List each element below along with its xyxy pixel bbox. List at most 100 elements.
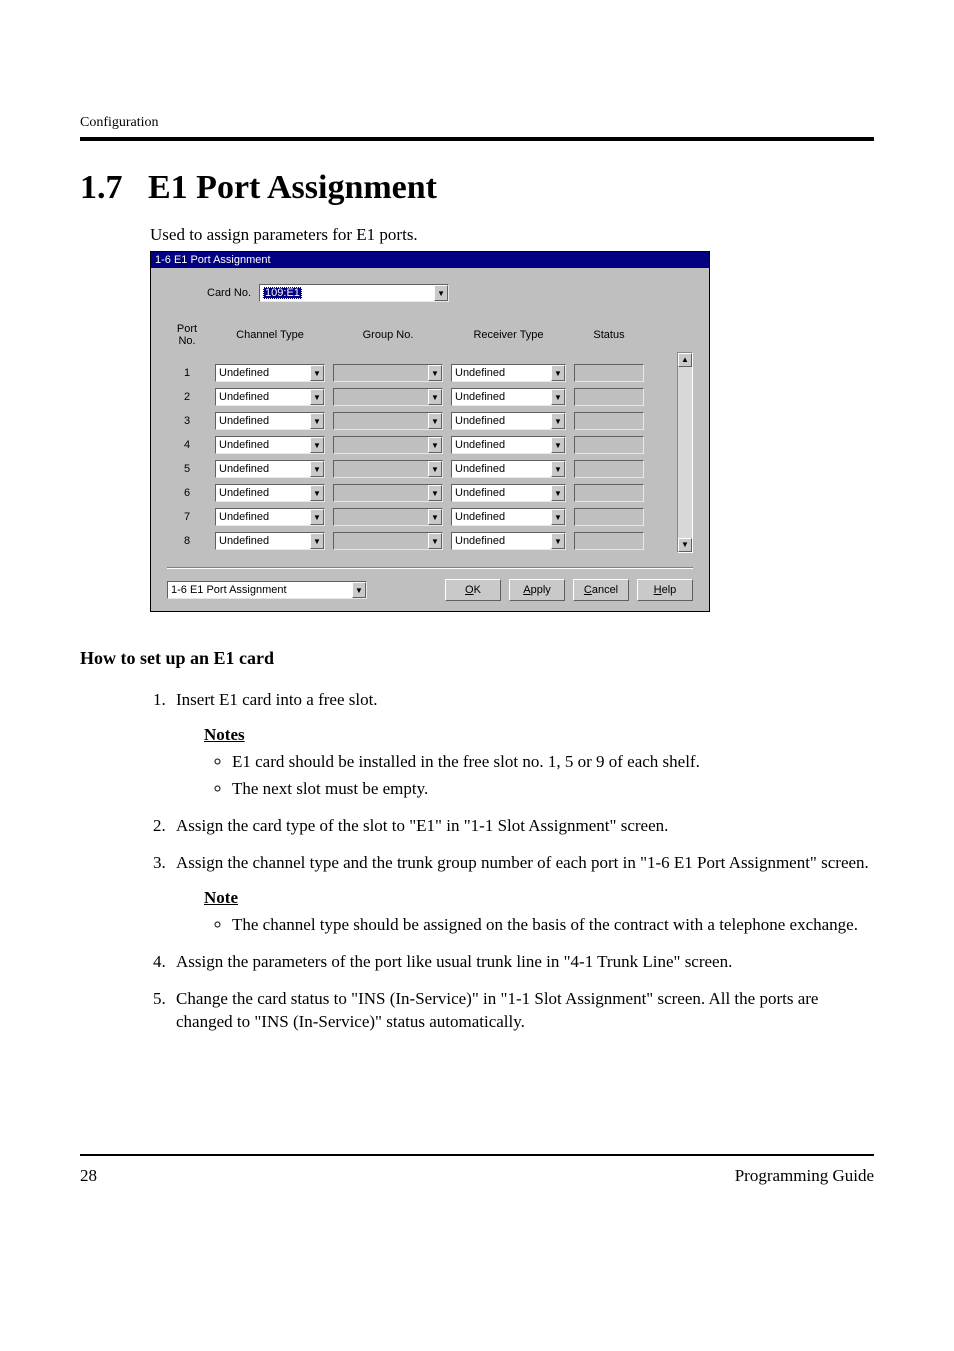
chevron-down-icon[interactable]: ▼: [551, 413, 565, 429]
chevron-down-icon[interactable]: ▼: [551, 533, 565, 549]
status-field: [574, 364, 644, 382]
chevron-down-icon[interactable]: ▼: [428, 389, 442, 405]
channel-type-select[interactable]: Undefined▼: [215, 436, 325, 454]
status-field: [574, 508, 644, 526]
screen-nav-select[interactable]: 1-6 E1 Port Assignment ▼: [167, 581, 367, 599]
chevron-down-icon[interactable]: ▼: [551, 461, 565, 477]
table-row: 4 Undefined▼ ▼ Undefined▼: [167, 433, 673, 457]
hdr-receiver: Receiver Type: [451, 329, 566, 341]
status-field: [574, 412, 644, 430]
cancel-button[interactable]: Cancel: [573, 579, 629, 601]
list-item: Assign the card type of the slot to "E1"…: [170, 815, 874, 838]
chevron-down-icon[interactable]: ▼: [551, 509, 565, 525]
chevron-down-icon[interactable]: ▼: [310, 533, 324, 549]
chevron-down-icon[interactable]: ▼: [428, 413, 442, 429]
heading-text: E1 Port Assignment: [148, 169, 437, 206]
chevron-down-icon[interactable]: ▼: [428, 533, 442, 549]
table-row: 6 Undefined▼ ▼ Undefined▼: [167, 481, 673, 505]
port-no: 1: [167, 367, 207, 379]
chevron-down-icon[interactable]: ▼: [310, 437, 324, 453]
group-no-select[interactable]: ▼: [333, 460, 443, 478]
group-no-select[interactable]: ▼: [333, 532, 443, 550]
list-item: Insert E1 card into a free slot. Notes E…: [170, 689, 874, 801]
group-no-select[interactable]: ▼: [333, 412, 443, 430]
table-row: 2 Undefined▼ ▼ Undefined▼: [167, 385, 673, 409]
chevron-down-icon[interactable]: ▼: [428, 509, 442, 525]
group-no-select[interactable]: ▼: [333, 436, 443, 454]
window-titlebar: 1-6 E1 Port Assignment: [151, 252, 709, 268]
chevron-down-icon[interactable]: ▼: [428, 365, 442, 381]
vertical-scrollbar[interactable]: ▲ ▼: [677, 352, 693, 553]
status-field: [574, 484, 644, 502]
heading-number: 1.7: [80, 169, 123, 206]
list-item: E1 card should be installed in the free …: [232, 751, 874, 774]
howto-heading: How to set up an E1 card: [80, 648, 874, 669]
page-title: 1.7 E1 Port Assignment: [80, 169, 874, 207]
chevron-down-icon[interactable]: ▼: [428, 461, 442, 477]
table-header-row: PortNo. Channel Type Group No. Receiver …: [167, 320, 673, 361]
ok-button[interactable]: OK: [445, 579, 501, 601]
receiver-type-select[interactable]: Undefined▼: [451, 436, 566, 454]
chevron-down-icon[interactable]: ▼: [551, 365, 565, 381]
port-assignment-window: 1-6 E1 Port Assignment Card No. 109:E1 ▼…: [150, 251, 710, 612]
page-footer: 28 Programming Guide: [80, 1154, 874, 1186]
chevron-down-icon[interactable]: ▼: [352, 582, 366, 598]
chevron-down-icon[interactable]: ▼: [428, 485, 442, 501]
receiver-type-select[interactable]: Undefined▼: [451, 364, 566, 382]
receiver-type-select[interactable]: Undefined▼: [451, 508, 566, 526]
hdr-status: Status: [574, 329, 644, 341]
channel-type-select[interactable]: Undefined▼: [215, 364, 325, 382]
chevron-down-icon[interactable]: ▼: [434, 285, 448, 301]
port-no: 7: [167, 511, 207, 523]
receiver-type-select[interactable]: Undefined▼: [451, 484, 566, 502]
channel-type-select[interactable]: Undefined▼: [215, 484, 325, 502]
apply-button[interactable]: Apply: [509, 579, 565, 601]
running-head: Configuration: [80, 0, 874, 141]
help-button[interactable]: Help: [637, 579, 693, 601]
scroll-track[interactable]: [678, 367, 692, 538]
chevron-down-icon[interactable]: ▼: [310, 461, 324, 477]
receiver-type-select[interactable]: Undefined▼: [451, 460, 566, 478]
port-no: 5: [167, 463, 207, 475]
chevron-down-icon[interactable]: ▼: [310, 509, 324, 525]
status-field: [574, 532, 644, 550]
list-item: Assign the parameters of the port like u…: [170, 951, 874, 974]
scroll-down-icon[interactable]: ▼: [678, 538, 692, 552]
chevron-down-icon[interactable]: ▼: [310, 365, 324, 381]
port-no: 3: [167, 415, 207, 427]
group-no-select[interactable]: ▼: [333, 484, 443, 502]
notes-heading: Notes: [204, 724, 874, 747]
channel-type-select[interactable]: Undefined▼: [215, 508, 325, 526]
channel-type-select[interactable]: Undefined▼: [215, 532, 325, 550]
status-field: [574, 460, 644, 478]
scroll-up-icon[interactable]: ▲: [678, 353, 692, 367]
chevron-down-icon[interactable]: ▼: [310, 413, 324, 429]
card-no-select[interactable]: 109:E1 ▼: [259, 284, 449, 302]
chevron-down-icon[interactable]: ▼: [551, 437, 565, 453]
channel-type-select[interactable]: Undefined▼: [215, 412, 325, 430]
page-number: 28: [80, 1166, 97, 1186]
receiver-type-select[interactable]: Undefined▼: [451, 412, 566, 430]
group-no-select[interactable]: ▼: [333, 388, 443, 406]
chevron-down-icon[interactable]: ▼: [428, 437, 442, 453]
chevron-down-icon[interactable]: ▼: [310, 485, 324, 501]
table-row: 3 Undefined▼ ▼ Undefined▼: [167, 409, 673, 433]
group-no-select[interactable]: ▼: [333, 364, 443, 382]
hdr-port: PortNo.: [167, 323, 207, 347]
list-item: The channel type should be assigned on t…: [232, 914, 874, 937]
receiver-type-select[interactable]: Undefined▼: [451, 532, 566, 550]
chevron-down-icon[interactable]: ▼: [310, 389, 324, 405]
chevron-down-icon[interactable]: ▼: [551, 389, 565, 405]
chevron-down-icon[interactable]: ▼: [551, 485, 565, 501]
notes-heading: Note: [204, 887, 874, 910]
channel-type-select[interactable]: Undefined▼: [215, 460, 325, 478]
table-row: 8 Undefined▼ ▼ Undefined▼: [167, 529, 673, 553]
receiver-type-select[interactable]: Undefined▼: [451, 388, 566, 406]
port-no: 6: [167, 487, 207, 499]
port-no: 2: [167, 391, 207, 403]
channel-type-select[interactable]: Undefined▼: [215, 388, 325, 406]
group-no-select[interactable]: ▼: [333, 508, 443, 526]
hdr-channel: Channel Type: [215, 329, 325, 341]
hdr-group: Group No.: [333, 329, 443, 341]
guide-name: Programming Guide: [735, 1166, 874, 1186]
